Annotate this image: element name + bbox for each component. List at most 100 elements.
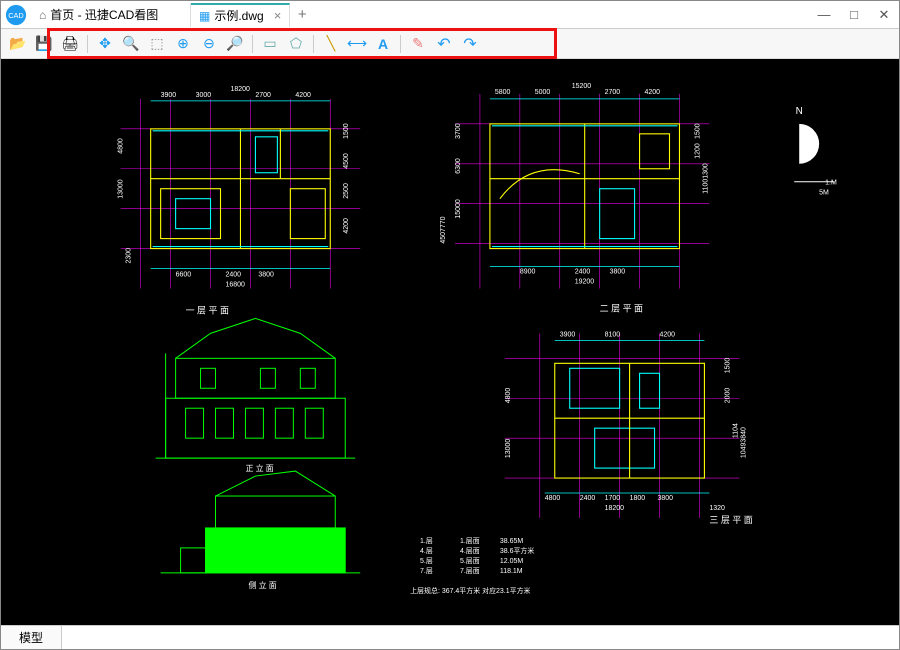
svg-text:1500: 1500 <box>343 123 350 139</box>
svg-text:8900: 8900 <box>520 269 536 276</box>
zoom-out-button[interactable]: ⊖ <box>198 33 220 55</box>
svg-text:6300: 6300 <box>455 158 462 174</box>
titlebar: CAD ⌂ 首页 - 迅捷CAD看图 ▦ 示例.dwg × + — □ ✕ <box>1 1 899 29</box>
svg-text:2400: 2400 <box>575 269 591 276</box>
svg-text:5800: 5800 <box>495 89 511 96</box>
model-tab[interactable]: 模型 <box>1 626 62 649</box>
measure-dim-button[interactable]: ⟷ <box>346 33 368 55</box>
tab-home-label: 首页 - 迅捷CAD看图 <box>50 6 158 23</box>
cad-viewport: N 1.M 5M 390030001820027004200 130004800… <box>1 59 899 624</box>
print-icon: 🖨 <box>61 35 79 52</box>
svg-text:118.1M: 118.1M <box>500 568 523 575</box>
zoom-prev-button[interactable]: 🔎 <box>224 33 246 55</box>
svg-text:1500: 1500 <box>694 123 701 139</box>
svg-text:3900: 3900 <box>161 92 177 99</box>
svg-text:三 层 平 面: 三 层 平 面 <box>709 515 752 525</box>
svg-text:7.层: 7.层 <box>420 567 433 575</box>
redo-button[interactable]: ↷ <box>459 33 481 55</box>
svg-text:1800: 1800 <box>630 495 646 502</box>
measure-line-button[interactable]: ╲ <box>320 33 342 55</box>
svg-text:正 立 面: 正 立 面 <box>245 463 273 473</box>
svg-text:1500: 1500 <box>724 358 731 374</box>
svg-text:38.6平方米: 38.6平方米 <box>500 546 535 555</box>
zoom-in-button[interactable]: ⊕ <box>172 33 194 55</box>
measure-line-icon: ╲ <box>327 35 335 52</box>
app-window: CAD ⌂ 首页 - 迅捷CAD看图 ▦ 示例.dwg × + — □ ✕ 📂 … <box>0 0 900 650</box>
view-3d-button[interactable]: ⬠ <box>285 33 307 55</box>
undo-button[interactable]: ↶ <box>433 33 455 55</box>
svg-text:6600: 6600 <box>176 272 192 279</box>
svg-text:7.层面: 7.层面 <box>460 567 480 575</box>
zoom-prev-icon: 🔎 <box>226 35 243 52</box>
svg-text:3000: 3000 <box>196 92 212 99</box>
svg-text:4507770: 4507770 <box>440 216 447 243</box>
svg-text:11001300: 11001300 <box>702 163 709 194</box>
svg-text:上层规总: 367.4平方米 对应23.1平方米: 上层规总: 367.4平方米 对应23.1平方米 <box>410 586 530 595</box>
zoom-extents-button[interactable]: 🔍 <box>120 33 142 55</box>
svg-text:13000: 13000 <box>118 179 125 199</box>
tab-file-label: 示例.dwg <box>214 7 263 24</box>
redo-icon: ↷ <box>463 34 476 54</box>
pan-icon: ✥ <box>99 35 111 52</box>
svg-text:13000: 13000 <box>505 439 512 459</box>
open-button[interactable]: 📂 <box>7 33 29 55</box>
toolbar: 📂 💾 🖨 ✥ 🔍 ⬚ ⊕ ⊖ 🔎 ▭ ⬠ ╲ ⟷ A ✎ ↶ ↷ <box>1 29 899 59</box>
maximize-button[interactable]: □ <box>839 1 869 29</box>
svg-text:5.层面: 5.层面 <box>460 557 480 565</box>
svg-text:1200: 1200 <box>694 143 701 159</box>
drawing-canvas[interactable]: N 1.M 5M 390030001820027004200 130004800… <box>1 59 899 625</box>
svg-text:一 层 平 面: 一 层 平 面 <box>186 305 229 315</box>
svg-text:CAD: CAD <box>8 10 23 19</box>
save-button[interactable]: 💾 <box>33 33 55 55</box>
svg-text:3800: 3800 <box>610 269 626 276</box>
svg-text:2400: 2400 <box>225 272 241 279</box>
undo-icon: ↶ <box>437 34 450 54</box>
svg-text:3800: 3800 <box>258 272 274 279</box>
zoom-out-icon: ⊖ <box>203 35 215 52</box>
svg-text:19200: 19200 <box>575 278 595 285</box>
tab-home[interactable]: ⌂ 首页 - 迅捷CAD看图 <box>31 3 191 27</box>
svg-text:10493840: 10493840 <box>740 427 747 458</box>
svg-text:15200: 15200 <box>572 83 592 90</box>
svg-text:4200: 4200 <box>660 331 676 338</box>
window-select-icon: ⬚ <box>150 35 163 52</box>
svg-text:4.层: 4.层 <box>420 547 433 555</box>
svg-text:2400: 2400 <box>580 495 596 502</box>
tab-file[interactable]: ▦ 示例.dwg × <box>191 3 290 27</box>
svg-text:1.层面: 1.层面 <box>460 537 480 545</box>
svg-text:1700: 1700 <box>605 495 621 502</box>
status-bar: 模型 <box>1 625 899 649</box>
svg-text:4500: 4500 <box>343 153 350 169</box>
svg-text:4800: 4800 <box>505 388 512 404</box>
cad-file-icon: ▦ <box>199 9 210 23</box>
svg-text:1320: 1320 <box>709 505 725 512</box>
print-button[interactable]: 🖨 <box>59 33 81 55</box>
minimize-button[interactable]: — <box>809 1 839 29</box>
close-tab-icon[interactable]: × <box>274 8 282 23</box>
svg-text:18200: 18200 <box>230 86 250 93</box>
new-tab-button[interactable]: + <box>290 6 314 23</box>
view-2d-icon: ▭ <box>263 35 276 52</box>
svg-text:3700: 3700 <box>455 123 462 139</box>
measure-dim-icon: ⟷ <box>347 35 367 52</box>
svg-text:4200: 4200 <box>343 218 350 234</box>
view-2d-button[interactable]: ▭ <box>259 33 281 55</box>
svg-text:1104: 1104 <box>732 423 739 438</box>
text-tool-button[interactable]: A <box>372 33 394 55</box>
svg-text:二 层 平 面: 二 层 平 面 <box>600 303 643 313</box>
window-select-button[interactable]: ⬚ <box>146 33 168 55</box>
svg-text:1.层: 1.层 <box>420 537 433 545</box>
zoom-extents-icon: 🔍 <box>122 35 139 52</box>
svg-text:38.65M: 38.65M <box>500 538 523 545</box>
svg-text:4800: 4800 <box>545 495 561 502</box>
svg-text:2000: 2000 <box>724 388 731 404</box>
svg-text:5M: 5M <box>819 190 829 197</box>
svg-text:1.M: 1.M <box>825 180 837 187</box>
erase-button[interactable]: ✎ <box>407 33 429 55</box>
svg-text:N: N <box>796 106 803 117</box>
pan-button[interactable]: ✥ <box>94 33 116 55</box>
svg-text:4.层面: 4.层面 <box>460 547 480 555</box>
close-window-button[interactable]: ✕ <box>869 1 899 29</box>
save-icon: 💾 <box>35 35 52 52</box>
svg-text:5000: 5000 <box>535 89 551 96</box>
